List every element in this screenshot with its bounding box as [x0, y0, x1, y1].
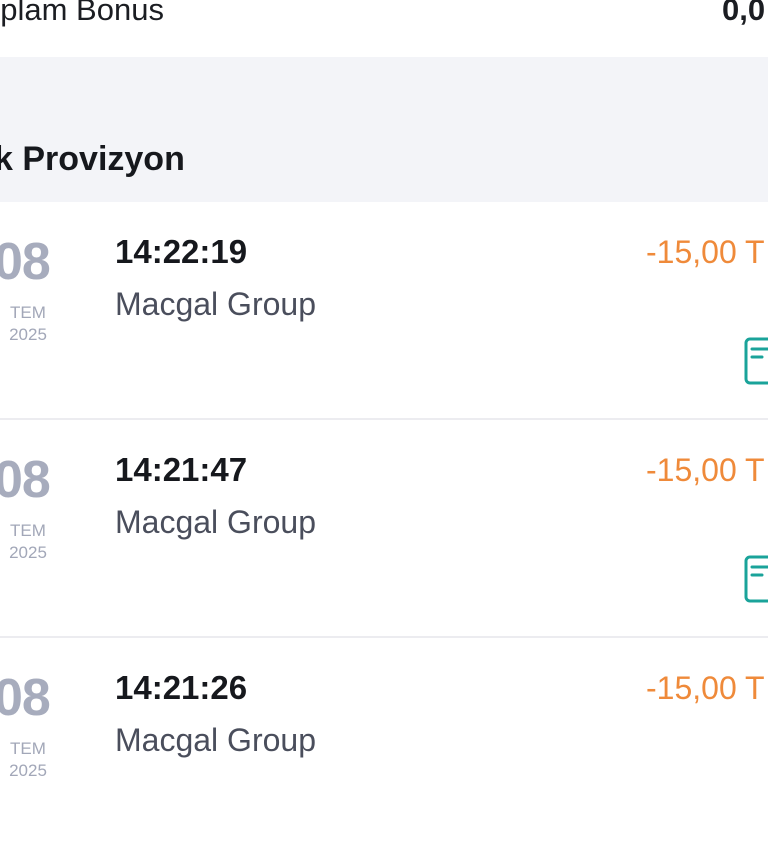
transaction-year: 2025 [9, 761, 47, 780]
transaction-time: 14:21:26 [115, 669, 248, 706]
transaction-month: TEM [10, 739, 46, 758]
receipt-icon[interactable] [742, 554, 768, 604]
transaction-list: 08 TEM 2025 14:22:19 Macgal Group -15,00… [0, 202, 768, 856]
transaction-day: 08 [0, 233, 51, 291]
transaction-merchant: Macgal Group [115, 286, 316, 322]
transaction-amount: -15,00 T [646, 234, 765, 270]
transaction-day: 08 [0, 451, 51, 509]
transaction-amount: -15,00 T [646, 670, 765, 706]
total-bonus-row: oplam Bonus 0,0 [0, 0, 768, 57]
transaction-amount: -15,00 T [646, 452, 765, 488]
transaction-year: 2025 [9, 325, 47, 344]
total-bonus-label: oplam Bonus [0, 0, 164, 27]
transaction-row[interactable]: 08 TEM 2025 14:21:47 Macgal Group -15,00… [0, 420, 768, 638]
transaction-merchant: Macgal Group [115, 722, 316, 758]
transaction-month: TEM [10, 303, 46, 322]
transaction-row[interactable]: 08 TEM 2025 14:22:19 Macgal Group -15,00… [0, 202, 768, 420]
transaction-merchant: Macgal Group [115, 504, 316, 540]
transaction-year: 2025 [9, 543, 47, 562]
receipt-icon[interactable] [742, 336, 768, 386]
transaction-time: 14:21:47 [115, 451, 248, 488]
transaction-day: 08 [0, 669, 51, 727]
total-bonus-value: 0,0 [722, 0, 766, 27]
transaction-month: TEM [10, 521, 46, 540]
transaction-row[interactable]: 08 TEM 2025 14:21:26 Macgal Group -15,00… [0, 638, 768, 856]
transaction-time: 14:22:19 [115, 233, 248, 270]
section-title: k Provizyon [0, 140, 185, 178]
